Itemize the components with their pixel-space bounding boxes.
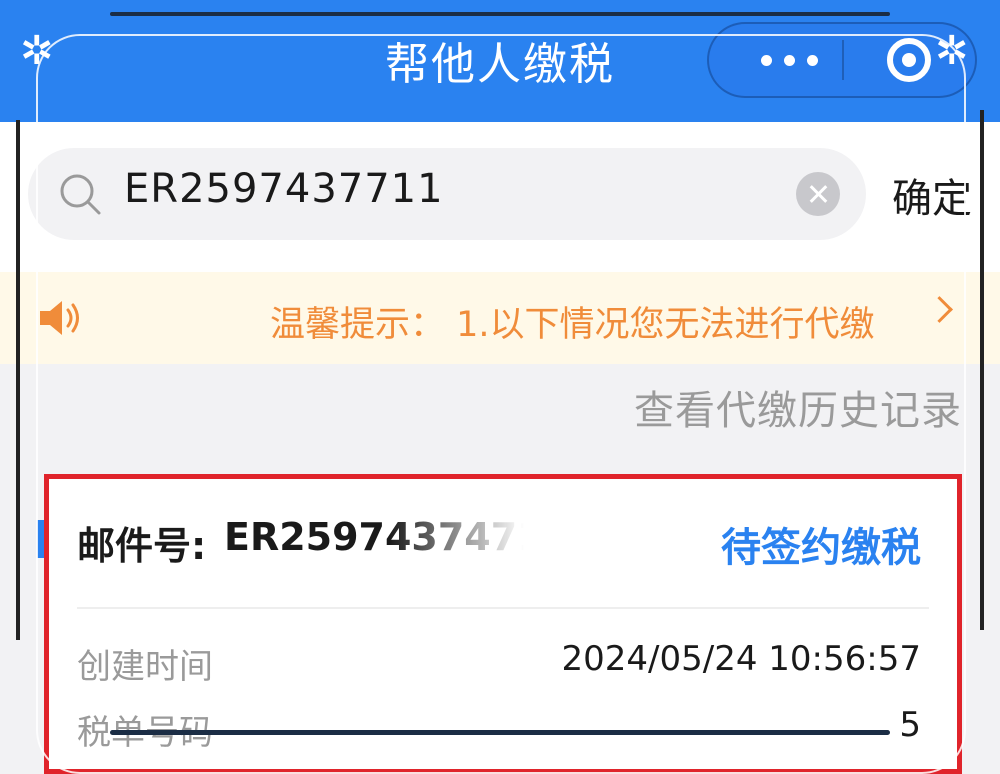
overlay-bottom-bar (110, 730, 890, 735)
bow-icon: ✲ (935, 28, 969, 74)
left-edge-line (16, 120, 20, 640)
overlay-top-bar (110, 12, 890, 16)
right-edge-line (980, 110, 984, 630)
decorative-frame (36, 34, 966, 774)
bow-icon: ✲ (20, 28, 54, 74)
